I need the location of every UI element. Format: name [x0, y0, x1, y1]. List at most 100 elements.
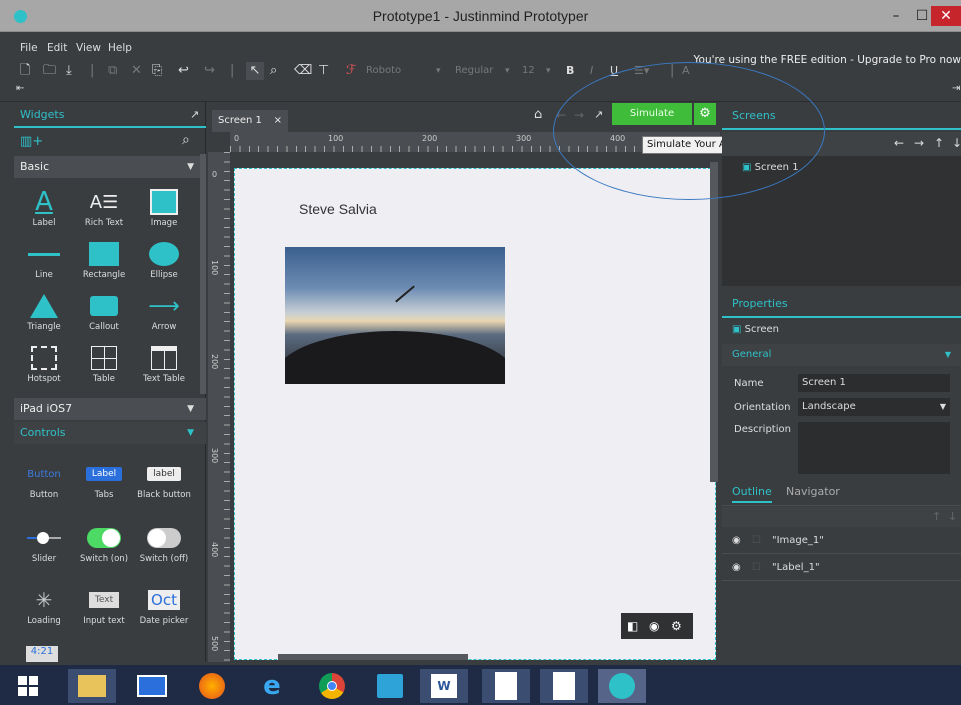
widget-tabs[interactable]: Label Tabs — [74, 458, 134, 508]
widget-triangle[interactable]: Triangle — [14, 290, 74, 340]
paste-icon[interactable]: ⎘ — [152, 62, 162, 80]
outline-item-image[interactable]: ◉ ☐ "Image_1" — [722, 528, 961, 554]
canvas-horizontal-scrollbar[interactable] — [278, 654, 468, 660]
eraser-icon[interactable]: ⌫ — [294, 62, 312, 80]
taskbar-document-2[interactable] — [540, 669, 588, 703]
collapse-left-icon[interactable]: ⇤ — [16, 83, 24, 94]
widget-rectangle[interactable]: Rectangle — [74, 238, 134, 288]
canvas-vertical-scrollbar[interactable] — [710, 162, 718, 482]
image-cockpit-photo[interactable] — [285, 247, 505, 384]
tab-properties[interactable]: Properties — [722, 292, 961, 318]
copy-icon[interactable]: ⧉ — [108, 62, 117, 80]
tab-widgets[interactable]: Widgets — [20, 108, 64, 121]
size-dropdown[interactable]: 12 — [522, 62, 535, 80]
cut-icon[interactable]: ✕ — [131, 62, 142, 80]
lock-checkbox[interactable]: ☐ — [752, 528, 761, 554]
new-file-icon[interactable]: 🗋 — [20, 62, 30, 80]
widget-slider[interactable]: Slider — [14, 522, 74, 572]
menu-edit[interactable]: Edit — [47, 42, 67, 54]
open-folder-icon[interactable]: 🗀 — [43, 62, 56, 80]
select-arrow-icon[interactable]: ↖ — [246, 62, 264, 80]
tab-navigator[interactable]: Navigator — [786, 485, 840, 498]
taskbar-internet-explorer[interactable]: e — [248, 669, 296, 703]
taskbar-chrome[interactable] — [308, 669, 356, 703]
format-painter-icon[interactable]: ⊤ — [318, 62, 329, 80]
widget-hotspot[interactable]: Hotspot — [14, 342, 74, 392]
pin-icon[interactable]: ↗ — [190, 108, 199, 121]
widget-input-text[interactable]: Text Input text — [74, 584, 134, 634]
widget-black-button[interactable]: label Black button — [134, 458, 194, 508]
arrow-down-icon[interactable]: ↓ — [948, 510, 957, 523]
screen-canvas[interactable]: Steve Salvia ◧ ◉ ⚙ — [234, 168, 716, 660]
eye-icon[interactable]: ◉ — [649, 613, 659, 639]
taskbar-lenovo[interactable] — [128, 669, 176, 703]
outline-item-label[interactable]: ◉ ☐ "Label_1" — [722, 555, 961, 581]
widget-table[interactable]: Table — [74, 342, 134, 392]
taskbar-store[interactable] — [366, 669, 414, 703]
start-button[interactable] — [4, 669, 52, 703]
description-field[interactable] — [798, 422, 950, 474]
name-field[interactable]: Screen 1 — [798, 374, 950, 392]
widget-ellipse[interactable]: Ellipse — [134, 238, 194, 288]
upgrade-link[interactable]: You're using the FREE edition - Upgrade … — [694, 54, 961, 66]
taskbar-justinmind[interactable] — [598, 669, 646, 703]
arrow-left-icon[interactable]: ← — [894, 136, 904, 150]
widget-switch-on[interactable]: Switch (on) — [74, 522, 134, 572]
gear-icon[interactable]: ⚙ — [671, 613, 682, 639]
widget-line[interactable]: Line — [14, 238, 74, 288]
partial-widget[interactable]: 4:21 — [26, 646, 58, 662]
panel-toggle-icon[interactable]: ◧ — [627, 613, 638, 639]
close-tab-icon[interactable]: × — [274, 110, 282, 132]
section-controls[interactable]: Controls ▼ — [14, 422, 206, 444]
widget-date-picker[interactable]: Oct Date picker — [134, 584, 194, 634]
button-icon: Button — [27, 468, 61, 480]
download-icon[interactable]: ⤓ — [66, 62, 72, 80]
collapse-right-icon[interactable]: ⇥ — [952, 83, 960, 94]
arrow-up-icon[interactable]: ↑ — [934, 136, 944, 150]
menu-file[interactable]: File — [20, 42, 38, 54]
eye-icon[interactable]: ◉ — [732, 528, 741, 554]
section-general[interactable]: General ▼ — [722, 344, 961, 366]
font-icon[interactable]: ℱ — [346, 62, 356, 80]
menu-view[interactable]: View — [76, 42, 101, 54]
lock-checkbox[interactable]: ☐ — [752, 555, 761, 581]
widget-switch-off[interactable]: Switch (off) — [134, 522, 194, 572]
widget-loading[interactable]: ✳ Loading — [14, 584, 74, 634]
taskbar-firefox[interactable] — [188, 669, 236, 703]
section-basic[interactable]: Basic ▼ — [14, 156, 206, 178]
tab-outline[interactable]: Outline — [732, 485, 772, 503]
undo-icon[interactable]: ↩ — [178, 62, 189, 80]
widget-callout[interactable]: Callout — [74, 290, 134, 340]
arrow-right-icon[interactable]: → — [914, 136, 924, 150]
tab-screen-1[interactable]: Screen 1 × — [212, 110, 288, 132]
zoom-icon[interactable]: ⌕ — [270, 62, 277, 80]
redo-icon[interactable]: ↪ — [204, 62, 215, 80]
widget-label[interactable]: A Label — [14, 186, 74, 236]
section-ipad-ios7[interactable]: iPad iOS7 ▼ — [14, 398, 206, 420]
taskbar-document-1[interactable] — [482, 669, 530, 703]
home-icon[interactable]: ⌂ — [534, 107, 542, 122]
orientation-select[interactable]: Landscape ▼ — [798, 398, 950, 416]
minimize-button[interactable]: – — [883, 6, 909, 26]
font-dropdown[interactable]: Roboto — [366, 62, 446, 80]
secondary-bar: ⇤ ⇥ — [0, 80, 961, 102]
widget-rich-text[interactable]: A☰ Rich Text — [74, 186, 134, 236]
date-picker-icon: Oct — [148, 590, 180, 610]
bold-button[interactable]: B — [566, 62, 574, 80]
scrollbar[interactable] — [200, 154, 206, 394]
eye-icon[interactable]: ◉ — [732, 555, 741, 581]
menu-help[interactable]: Help — [108, 42, 132, 54]
add-library-icon[interactable]: ▥+ — [20, 134, 43, 149]
search-icon[interactable]: ⌕ — [182, 132, 190, 148]
widget-arrow[interactable]: ⟶ Arrow — [134, 290, 194, 340]
widget-button[interactable]: Button Button — [14, 458, 74, 508]
arrow-down-icon[interactable]: ↓ — [952, 136, 961, 150]
taskbar-file-explorer[interactable] — [68, 669, 116, 703]
italic-button[interactable]: I — [590, 62, 593, 80]
widget-text-table[interactable]: Text Table — [134, 342, 194, 392]
taskbar-word[interactable]: W — [420, 669, 468, 703]
arrow-up-icon[interactable]: ↑ — [932, 510, 941, 523]
widget-image[interactable]: Image — [134, 186, 194, 236]
label-steve-salvia[interactable]: Steve Salvia — [299, 201, 377, 217]
close-button[interactable]: ✕ — [931, 6, 961, 26]
